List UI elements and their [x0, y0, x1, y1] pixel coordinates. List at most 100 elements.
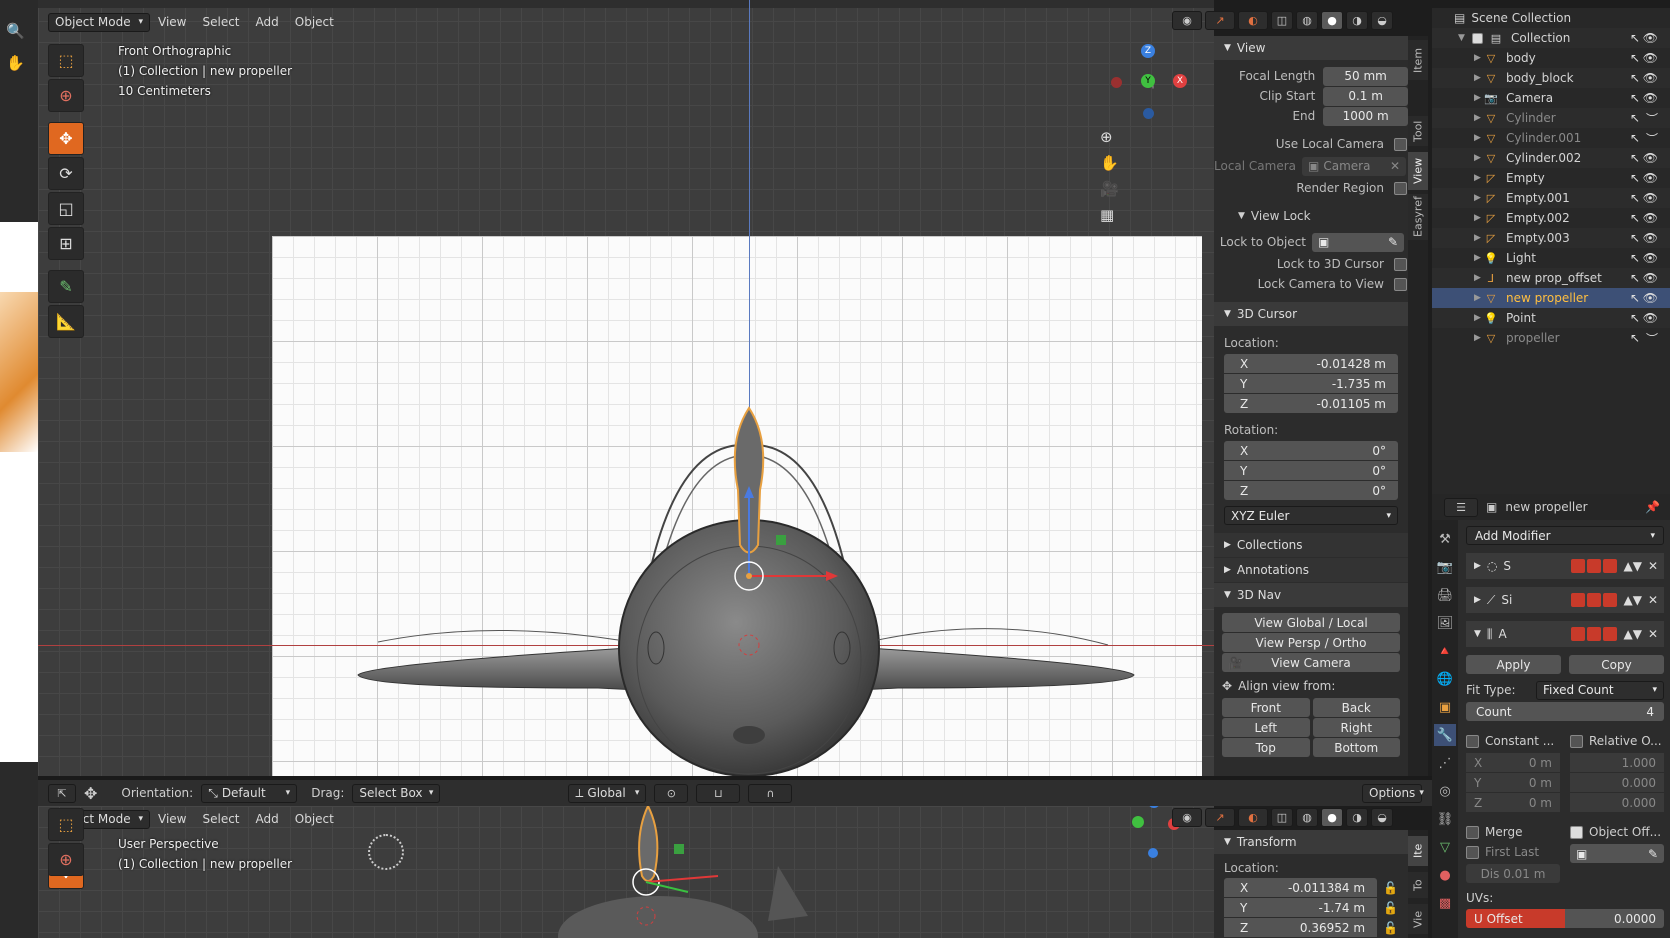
- cursor-tool[interactable]: ⊕: [48, 79, 84, 112]
- select-arrow-icon[interactable]: ↖: [1630, 311, 1640, 325]
- select-arrow-icon[interactable]: ↖: [1630, 111, 1640, 125]
- shading-rendered[interactable]: ◒: [1371, 11, 1393, 30]
- select-arrow-icon[interactable]: ↖: [1630, 291, 1640, 305]
- align-bottom-button[interactable]: Bottom: [1312, 738, 1400, 757]
- transform-panel-header[interactable]: ▼ Transform: [1214, 830, 1408, 854]
- scene-tab-icon[interactable]: 🔺: [1434, 640, 1456, 662]
- view-persp-ortho-button[interactable]: View Persp / Ortho: [1222, 633, 1400, 652]
- outliner-item[interactable]: ▶ ▽ new propeller ↖ 👁: [1432, 288, 1670, 308]
- view-panel-header[interactable]: ▼ View: [1214, 36, 1408, 60]
- physics-tab-icon[interactable]: ◎: [1434, 780, 1456, 802]
- view-lock-header[interactable]: ▼ View Lock: [1214, 206, 1408, 226]
- cursor-panel-header[interactable]: ▼ 3D Cursor: [1214, 302, 1408, 326]
- orientation-dropdown[interactable]: ⤡ Default ▾: [201, 783, 298, 803]
- rel-z-field[interactable]: 0.000: [1570, 793, 1664, 812]
- select-arrow-icon[interactable]: ↖: [1630, 331, 1640, 345]
- lock-object-field[interactable]: ▣ ✎: [1312, 232, 1404, 252]
- eye-icon[interactable]: 👁: [1643, 211, 1658, 225]
- expand-arrow-icon[interactable]: ▶: [1474, 253, 1484, 263]
- select-arrow-icon[interactable]: ↖: [1630, 251, 1640, 265]
- top-viewport[interactable]: Object Mode ▾ View Select Add Object ⬚ ⊕…: [38, 0, 1214, 776]
- eye-icon[interactable]: ︶: [1646, 110, 1658, 127]
- expand-arrow-icon[interactable]: ▶: [1474, 153, 1484, 163]
- eye-icon[interactable]: 👁: [1643, 71, 1658, 85]
- lock-camera-checkbox[interactable]: [1394, 277, 1407, 291]
- select-arrow-icon[interactable]: ↖: [1630, 231, 1640, 245]
- tab-item[interactable]: Item: [1408, 40, 1428, 80]
- outliner-item[interactable]: ▶ ▽ propeller ↖ ︶: [1432, 328, 1670, 348]
- shading-solid[interactable]: ●: [1321, 808, 1343, 827]
- modifier-row-2[interactable]: ▶ ⟋ Si ▲▼ ✕: [1466, 587, 1664, 613]
- expand-arrow-icon[interactable]: ▶: [1474, 173, 1484, 183]
- eye-icon[interactable]: 👁: [1643, 291, 1658, 305]
- view-layer-tab-icon[interactable]: 🖼: [1434, 612, 1456, 634]
- eye-icon[interactable]: 👁: [1643, 271, 1658, 285]
- z-axis-ball[interactable]: Z: [1141, 44, 1155, 58]
- eye-icon[interactable]: ︶: [1646, 130, 1658, 147]
- neg-x-axis-ball[interactable]: [1111, 77, 1122, 88]
- count-field[interactable]: Count 4: [1466, 702, 1664, 721]
- select-arrow-icon[interactable]: ↖: [1630, 91, 1640, 105]
- location-x-field[interactable]: X -0.011384 m: [1224, 878, 1378, 897]
- outliner-item[interactable]: ▶ ▽ body ↖ 👁: [1432, 48, 1670, 68]
- shading-material[interactable]: ◑: [1346, 11, 1368, 30]
- xray-toggle[interactable]: ◫: [1271, 11, 1293, 30]
- expand-arrow-icon[interactable]: ▶: [1474, 233, 1484, 243]
- drag-dropdown[interactable]: Select Box ▾: [352, 783, 441, 803]
- collection-checkbox[interactable]: [1472, 32, 1483, 44]
- material-tab-icon[interactable]: ●: [1434, 864, 1456, 886]
- annotations-panel-header[interactable]: ▶ Annotations: [1214, 558, 1408, 582]
- collections-panel-header[interactable]: ▶ Collections: [1214, 533, 1408, 557]
- zoom-in-icon[interactable]: ⊕: [1100, 128, 1119, 146]
- particles-tab-icon[interactable]: ⋰: [1434, 752, 1456, 774]
- x-axis-ball[interactable]: X: [1173, 74, 1187, 88]
- pivot-dropdown[interactable]: ⟂ Global ▾: [568, 783, 647, 803]
- world-tab-icon[interactable]: 🌐: [1434, 668, 1456, 690]
- render-region-checkbox[interactable]: [1394, 181, 1407, 195]
- eye-icon[interactable]: 👁: [1643, 231, 1658, 245]
- eye-icon[interactable]: 👁: [1643, 171, 1658, 185]
- view-global-local-button[interactable]: View Global / Local: [1222, 613, 1400, 632]
- eye-icon[interactable]: 👁: [1643, 91, 1658, 105]
- pivot-point-dropdown[interactable]: ⊙: [654, 783, 689, 803]
- constant-offset-checkbox[interactable]: [1466, 734, 1479, 748]
- align-left-button[interactable]: Left: [1222, 718, 1310, 737]
- select-arrow-icon[interactable]: ↖: [1630, 131, 1640, 145]
- expand-arrow-icon[interactable]: ▶: [1474, 193, 1484, 203]
- select-arrow-icon[interactable]: ↖: [1630, 171, 1640, 185]
- expand-arrow-icon[interactable]: ▶: [1474, 53, 1484, 63]
- eye-icon[interactable]: 👁: [1643, 51, 1658, 65]
- rotate-tool[interactable]: ⟳: [48, 157, 84, 190]
- tab-tool[interactable]: To: [1408, 872, 1428, 898]
- overlay-toggle[interactable]: ◐: [1238, 11, 1268, 30]
- const-y-field[interactable]: Y0 m: [1466, 773, 1560, 792]
- bottom-viewport[interactable]: Object Mode ▾ View Select Add Object User…: [38, 806, 1214, 938]
- grid-ortho-icon[interactable]: ▦: [1100, 206, 1119, 224]
- cursor-x-field[interactable]: X -0.01428 m: [1224, 354, 1398, 373]
- lock-cursor-checkbox[interactable]: [1394, 257, 1407, 271]
- eye-icon[interactable]: 👁: [1643, 311, 1658, 325]
- select-arrow-icon[interactable]: ↖: [1630, 51, 1640, 65]
- output-tab-icon[interactable]: 🖨: [1434, 584, 1456, 606]
- tab-view[interactable]: Vie: [1408, 904, 1428, 934]
- outliner-item[interactable]: ▶ 📷 Camera ↖ 👁: [1432, 88, 1670, 108]
- xray-toggle[interactable]: ◫: [1271, 808, 1293, 827]
- cursor-rot-y-field[interactable]: Y 0°: [1224, 461, 1398, 480]
- texture-tab-icon[interactable]: ▩: [1434, 892, 1456, 914]
- move-tool[interactable]: ✥: [48, 122, 84, 155]
- eye-icon[interactable]: ︶: [1646, 330, 1658, 347]
- scene-collection-row[interactable]: ▤ Scene Collection: [1432, 8, 1670, 28]
- eye-icon[interactable]: 👁: [1643, 31, 1658, 45]
- apply-button[interactable]: Apply: [1466, 655, 1561, 674]
- expand-arrow-icon[interactable]: ▶: [1474, 273, 1484, 283]
- perspective-model[interactable]: [38, 806, 1214, 938]
- modifier-tab-icon[interactable]: 🔧: [1434, 724, 1456, 746]
- cursor-z-field[interactable]: Z -0.01105 m: [1224, 394, 1398, 413]
- scale-tool[interactable]: ◱: [48, 192, 84, 225]
- outliner-item[interactable]: ▶ ⅃ new prop_offset ↖ 👁: [1432, 268, 1670, 288]
- outliner-item[interactable]: ▶ ◸ Empty ↖ 👁: [1432, 168, 1670, 188]
- outliner-item[interactable]: ▶ ◸ Empty.003 ↖ 👁: [1432, 228, 1670, 248]
- expand-arrow-icon[interactable]: ▶: [1474, 113, 1484, 123]
- visibility-dropdown[interactable]: ◉: [1172, 808, 1202, 827]
- outliner-item[interactable]: ▶ ▽ Cylinder.001 ↖ ︶: [1432, 128, 1670, 148]
